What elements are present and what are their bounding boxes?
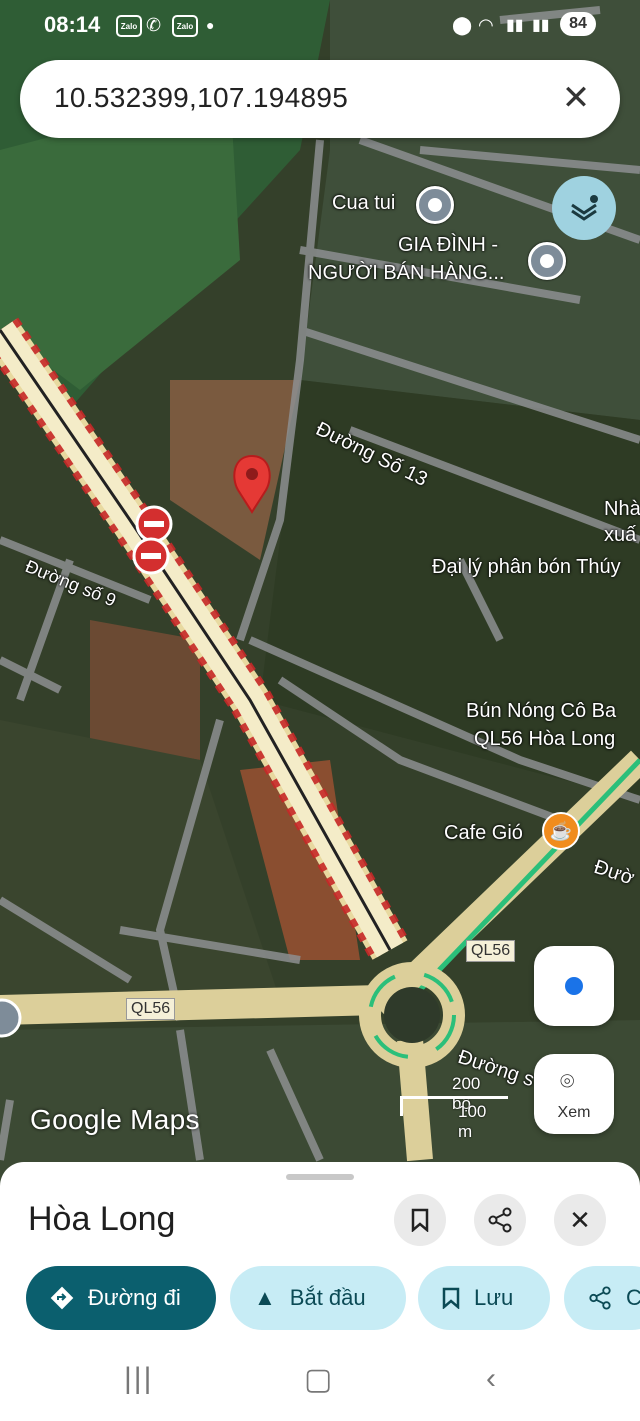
missed-call-icon: ✆ <box>146 14 162 35</box>
save-icon-button[interactable] <box>394 1194 446 1246</box>
search-query[interactable]: 10.532399,107.194895 <box>54 82 348 114</box>
scale-bar <box>400 1096 508 1099</box>
poi-label-cafe-gio[interactable]: Cafe Gió <box>444 822 523 845</box>
view-button[interactable]: ⌾ Xem <box>534 1054 614 1134</box>
status-bar: 08:14 Zalo ✆ Zalo ● ⬤ ◠ ▮▮ ▮▮ 84 <box>0 0 640 52</box>
bookmark-icon <box>411 1208 429 1232</box>
close-icon[interactable]: ✕ <box>556 78 596 118</box>
directions-icon <box>50 1286 74 1310</box>
my-location-icon <box>565 977 583 995</box>
navigation-arrow-icon: ▲ <box>254 1285 276 1310</box>
poi-label-nha[interactable]: Nhà <box>604 498 640 521</box>
my-location-button[interactable] <box>534 946 614 1026</box>
back-icon[interactable]: ‹ <box>486 1362 496 1396</box>
poi-label-cua-tui[interactable]: Cua tui <box>332 192 395 215</box>
home-icon[interactable]: ▢ <box>304 1362 332 1397</box>
poi-label-gia-dinh[interactable]: GIA ĐÌNH - <box>398 234 498 257</box>
wifi-icon: ◠ <box>478 14 494 35</box>
road-shield-ql56-2: QL56 <box>126 998 176 1020</box>
poi-label-bun-nong[interactable]: Bún Nóng Cô Ba <box>466 700 616 723</box>
save-label: Lưu <box>474 1285 514 1310</box>
zalo-notification-icon: Zalo <box>116 15 142 37</box>
scale-tick <box>400 1096 403 1116</box>
cafe-icon[interactable]: ☕ <box>542 812 580 850</box>
poi-label-nha-2[interactable]: xuấ <box>604 524 636 547</box>
share-button[interactable]: C <box>564 1266 640 1330</box>
drag-handle[interactable] <box>286 1174 354 1180</box>
share-icon <box>588 1286 612 1310</box>
place-name: Hòa Long <box>28 1200 176 1238</box>
clock: 08:14 <box>44 12 101 37</box>
share-icon <box>488 1207 512 1233</box>
start-label: Bắt đầu <box>289 1285 366 1310</box>
layers-icon <box>571 195 598 221</box>
signal-icon: ▮▮ <box>506 17 524 34</box>
recent-apps-icon[interactable]: ||| <box>124 1362 153 1396</box>
dot-icon: ● <box>206 17 215 33</box>
signal-icon-2: ▮▮ <box>532 17 550 34</box>
poi-marker-icon[interactable] <box>528 242 566 280</box>
map-view[interactable]: 08:14 Zalo ✆ Zalo ● ⬤ ◠ ▮▮ ▮▮ 84 10.5323… <box>0 0 640 1200</box>
system-nav-bar: ||| ▢ ‹ <box>0 1340 640 1421</box>
directions-label: Đường đi <box>88 1285 181 1310</box>
road-shield-ql56: QL56 <box>466 940 516 962</box>
location-icon: ⬤ <box>452 14 473 35</box>
start-button[interactable]: ▲ Bắt đầu <box>230 1266 406 1330</box>
view-button-label: Xem <box>557 1104 591 1121</box>
share-label: C <box>626 1285 640 1310</box>
poi-marker-icon[interactable] <box>416 186 454 224</box>
google-maps-attribution: Google Maps <box>30 1104 200 1135</box>
bookmark-icon <box>442 1287 460 1309</box>
close-icon: ✕ <box>569 1204 591 1235</box>
zalo-notification-icon-2: Zalo <box>172 15 198 37</box>
scale-meters: 100 m <box>458 1102 487 1141</box>
poi-label-dai-ly[interactable]: Đại lý phân bón Thúy <box>432 556 621 579</box>
search-bar[interactable]: 10.532399,107.194895 ✕ <box>20 60 620 138</box>
directions-button[interactable]: Đường đi <box>26 1266 216 1330</box>
layers-button[interactable] <box>552 176 616 240</box>
share-icon-button[interactable] <box>474 1194 526 1246</box>
save-button[interactable]: Lưu <box>418 1266 550 1330</box>
close-sheet-button[interactable]: ✕ <box>554 1194 606 1246</box>
battery-indicator: 84 <box>560 12 596 36</box>
camera-scan-icon: ⌾ <box>560 1068 575 1095</box>
poi-label-bun-nong-2[interactable]: QL56 Hòa Long <box>474 728 615 751</box>
poi-label-gia-dinh-2[interactable]: NGƯỜI BÁN HÀNG... <box>308 262 504 285</box>
